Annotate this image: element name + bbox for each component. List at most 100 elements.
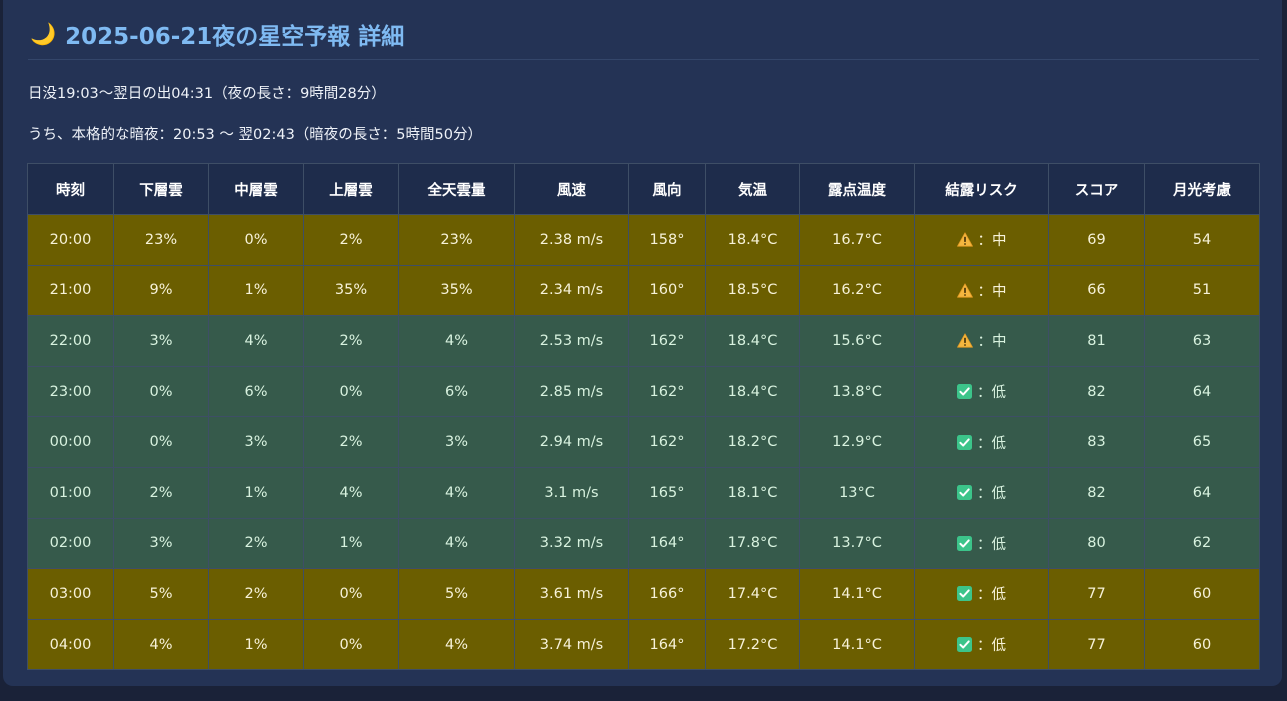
cell-moonlight-score: 51 [1144,264,1260,317]
cell-condensation-risk: ：低 [914,618,1049,671]
title-row: 🌙 2025-06-21夜の星空予報 詳細 [30,18,404,50]
cell-wind-direction: 162° [628,315,706,367]
cell-score: 77 [1048,568,1145,620]
cell-temperature: 18.4°C [705,365,800,418]
cell-condensation-risk: ：低 [914,365,1049,418]
cell-time: 21:00 [27,264,114,317]
cell-time: 20:00 [27,214,114,266]
cell-wind-speed: 2.34 m/s [514,264,629,317]
cell-moonlight-score: 60 [1144,568,1260,620]
cell-time: 03:00 [27,568,114,620]
cell-wind-speed: 3.74 m/s [514,618,629,671]
cell-score: 83 [1048,416,1145,468]
cell-time: 04:00 [27,618,114,671]
cell-temperature: 17.2°C [705,618,800,671]
cell-total-cloud: 4% [398,466,515,519]
table-row: 01:00 2% 1% 4% 4% 3.1 m/s 165° 18.1°C 13°C ：低 82 64 [27,466,1260,519]
cell-time: 22:00 [27,315,114,367]
cell-score: 77 [1048,618,1145,671]
cell-mid-cloud: 0% [208,214,304,266]
cell-wind-direction: 162° [628,365,706,418]
cell-condensation-risk: ：中 [914,264,1049,317]
header-col-moonlight-score: 月光考慮 [1144,163,1260,215]
cell-time: 00:00 [27,416,114,468]
cell-low-cloud: 9% [113,264,209,317]
cell-wind-speed: 2.53 m/s [514,315,629,367]
table-row: 23:00 0% 6% 0% 6% 2.85 m/s 162° 18.4°C 13.8°C ：低 8… [27,365,1260,418]
risk-label: ：低 [977,587,1006,604]
header-col-wind-direction: 風向 [628,163,706,215]
cell-low-cloud: 3% [113,315,209,367]
cell-moonlight-score: 65 [1144,416,1260,468]
cell-total-cloud: 4% [398,618,515,671]
cell-dew-point: 14.1°C [799,568,915,620]
night-length-text: 日没19:03〜翌日の出04:31（夜の長さ：9時間28分） [28,86,386,102]
header-col-score: スコア [1048,163,1145,215]
check-icon [957,586,972,602]
cell-score: 81 [1048,315,1145,367]
cell-high-cloud: 0% [303,568,399,620]
header-col-total-cloud: 全天雲量 [398,163,515,215]
cell-condensation-risk: ：低 [914,568,1049,620]
cell-moonlight-score: 54 [1144,214,1260,266]
cell-wind-direction: 164° [628,517,706,570]
page-title: 2025-06-21夜の星空予報 詳細 [65,24,405,50]
cell-dew-point: 15.6°C [799,315,915,367]
cell-mid-cloud: 2% [208,517,304,570]
cell-dew-point: 13°C [799,466,915,519]
cell-temperature: 18.2°C [705,416,800,468]
cell-wind-direction: 162° [628,416,706,468]
risk-label: ：低 [977,435,1006,452]
risk-label: ：低 [977,536,1006,553]
cell-time: 23:00 [27,365,114,418]
cell-total-cloud: 5% [398,568,515,620]
cell-wind-direction: 166° [628,568,706,620]
cell-wind-speed: 3.1 m/s [514,466,629,519]
table-row: 00:00 0% 3% 2% 3% 2.94 m/s 162° 18.2°C 12.9°C ：低 8… [27,416,1260,468]
risk-label: ：低 [977,385,1006,402]
cell-high-cloud: 0% [303,618,399,671]
cell-mid-cloud: 1% [208,264,304,317]
warning-icon [956,333,973,349]
cell-score: 82 [1048,466,1145,519]
cell-moonlight-score: 64 [1144,365,1260,418]
risk-label: ：低 [977,638,1006,655]
cell-high-cloud: 35% [303,264,399,317]
cell-mid-cloud: 4% [208,315,304,367]
header-col-time: 時刻 [27,163,114,215]
cell-mid-cloud: 6% [208,365,304,418]
cell-total-cloud: 3% [398,416,515,468]
cell-temperature: 18.4°C [705,315,800,367]
cell-wind-speed: 2.85 m/s [514,365,629,418]
cell-moonlight-score: 64 [1144,466,1260,519]
check-icon [957,485,972,501]
cell-wind-direction: 164° [628,618,706,671]
cell-mid-cloud: 1% [208,466,304,519]
header-col-low-cloud: 下層雲 [113,163,209,215]
table-row: 02:00 3% 2% 1% 4% 3.32 m/s 164° 17.8°C 13.7°C ：低 8… [27,517,1260,570]
check-icon [957,637,972,653]
cell-moonlight-score: 63 [1144,315,1260,367]
cell-score: 82 [1048,365,1145,418]
title-divider [28,59,1259,60]
table-body: 20:00 23% 0% 2% 23% 2.38 m/s 158° 18.4°C 16.7°C：… [27,214,1260,671]
table-header-row: 時刻 下層雲 中層雲 上層雲 全天雲量 風速 風向 気温 露点温度 結露リスク スコア 月光考慮 [27,163,1260,215]
header-col-dew-point: 露点温度 [799,163,915,215]
cell-high-cloud: 2% [303,416,399,468]
cell-wind-speed: 3.61 m/s [514,568,629,620]
check-icon [957,384,972,400]
cell-condensation-risk: ：中 [914,315,1049,367]
cell-total-cloud: 6% [398,365,515,418]
cell-dew-point: 16.7°C [799,214,915,266]
cell-temperature: 18.1°C [705,466,800,519]
cell-condensation-risk: ：低 [914,517,1049,570]
warning-icon [956,283,973,298]
check-icon [957,434,972,450]
risk-label: ：低 [977,486,1006,503]
cell-time: 02:00 [27,517,114,570]
cell-wind-speed: 3.32 m/s [514,517,629,570]
cell-temperature: 17.8°C [705,517,800,570]
cell-low-cloud: 4% [113,618,209,671]
cell-temperature: 17.4°C [705,568,800,620]
header-col-mid-cloud: 中層雲 [208,163,304,215]
